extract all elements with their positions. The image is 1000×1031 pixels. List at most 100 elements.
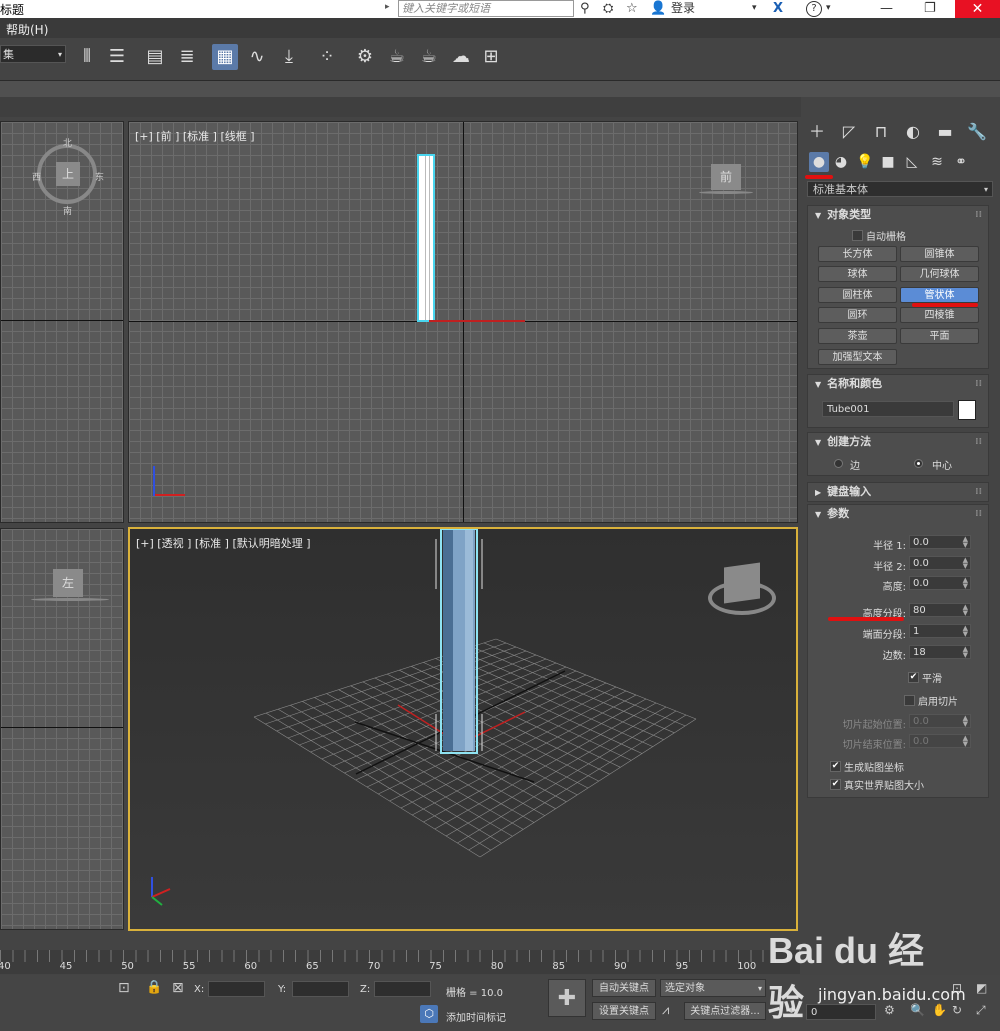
slice-on-checkbox[interactable]	[904, 695, 915, 706]
align-icon[interactable]: ☰	[104, 44, 130, 70]
render-frame-icon[interactable]: ☕	[416, 44, 442, 70]
modify-tab-icon[interactable]: ◸	[837, 120, 861, 144]
maximize-viewport-icon[interactable]: ⤢	[976, 1003, 986, 1018]
motion-tab-icon[interactable]: ◐	[901, 120, 925, 144]
gen-map-coords-checkbox[interactable]: ✔	[830, 761, 841, 772]
add-time-tag-label[interactable]: 添加时间标记	[446, 1009, 506, 1024]
orbit-icon[interactable]: ↻	[952, 1003, 962, 1017]
tube-button[interactable]: 管状体	[900, 287, 979, 303]
layer-manager-icon[interactable]: ≣	[174, 44, 200, 70]
helpers-icon[interactable]: ◺	[902, 152, 922, 172]
menu-help[interactable]: 帮助(H)	[6, 21, 48, 38]
viewcube-left[interactable]: 左	[53, 569, 83, 597]
radius1-spinner[interactable]: 0.0 ▲ ▼	[909, 535, 971, 549]
cap-segments-spinner[interactable]: 1 ▲ ▼	[909, 624, 971, 638]
display-tab-icon[interactable]: ▬	[933, 120, 957, 144]
spinner-arrows-icon[interactable]: ▲ ▼	[963, 557, 968, 570]
spinner-arrows-icon[interactable]: ▲ ▼	[963, 715, 968, 728]
geosphere-button[interactable]: 几何球体	[900, 266, 979, 282]
minimize-icon[interactable]: —	[880, 0, 893, 17]
rollout-header[interactable]: ▼ 参数 ⁞⁞	[808, 505, 988, 523]
viewport-perspective[interactable]: [+] [透视 ] [标准 ] [默认明暗处理 ]	[128, 527, 798, 931]
sides-spinner[interactable]: 18 ▲ ▼	[909, 645, 971, 659]
shapes-icon[interactable]: ◕	[831, 152, 851, 172]
slice-to-spinner[interactable]: 0.0 ▲ ▼	[909, 734, 971, 748]
dope-sheet-icon[interactable]: ⤓	[276, 44, 302, 70]
sphere-button[interactable]: 球体	[818, 266, 897, 282]
viewport-left[interactable]: 左	[0, 528, 124, 930]
help-icon[interactable]: ?	[806, 1, 822, 17]
schematic-view-icon[interactable]: ⁘	[314, 44, 340, 70]
object-color-swatch[interactable]	[958, 400, 976, 420]
binoculars-icon[interactable]: ⚲	[580, 0, 590, 17]
viewcube-front[interactable]: 前	[711, 164, 741, 190]
cameras-icon[interactable]: ■	[878, 152, 898, 172]
autogrid-checkbox[interactable]	[852, 230, 863, 241]
caret-right-icon[interactable]: ▸	[385, 2, 390, 12]
auto-key-button[interactable]: 自动关键点	[592, 979, 656, 997]
height-segments-spinner[interactable]: 80 ▲ ▼	[909, 603, 971, 617]
geometry-icon[interactable]: ●	[809, 152, 829, 172]
spinner-arrows-icon[interactable]: ▲ ▼	[963, 735, 968, 748]
timeline-ruler[interactable]: 40 45 50 55 60 65 70 75 80 85 90 95 100	[0, 950, 800, 974]
autodesk-x-icon[interactable]: X	[773, 0, 783, 17]
hierarchy-tab-icon[interactable]: ⊓	[869, 120, 893, 144]
x-coord-input[interactable]	[208, 981, 265, 997]
y-coord-input[interactable]	[292, 981, 349, 997]
viewcube-top[interactable]: 上	[56, 162, 80, 186]
radius2-spinner[interactable]: 0.0 ▲ ▼	[909, 556, 971, 570]
viewport-front-label[interactable]: [+] [前 ] [标准 ] [线框 ]	[135, 128, 255, 144]
scene-explorer-icon[interactable]: ▤	[142, 44, 168, 70]
systems-icon[interactable]: ⚭	[951, 152, 971, 172]
selected-object-dropdown[interactable]: 选定对象 ▾	[660, 979, 766, 997]
login-button[interactable]: 登录	[671, 0, 695, 17]
cone-button[interactable]: 圆锥体	[900, 246, 979, 262]
viewcube-perspective[interactable]	[724, 562, 760, 604]
cylinder-button[interactable]: 圆柱体	[818, 287, 897, 303]
search-input[interactable]: 键入关键字或短语	[398, 0, 574, 17]
viewport-top[interactable]: 上 北 西 东 南	[0, 121, 124, 523]
spinner-arrows-icon[interactable]: ▲ ▼	[963, 625, 968, 638]
render-setup-icon[interactable]: ☕	[384, 44, 410, 70]
mirror-icon[interactable]: ⫴	[74, 44, 100, 70]
height-spinner[interactable]: 0.0 ▲ ▼	[909, 576, 971, 590]
spinner-arrows-icon[interactable]: ▲ ▼	[963, 577, 968, 590]
box-button[interactable]: 长方体	[818, 246, 897, 262]
ribbon-toggle-icon[interactable]: ▦	[212, 44, 238, 70]
star-icon[interactable]: ☆	[626, 0, 638, 17]
torus-button[interactable]: 圆环	[818, 307, 897, 323]
field-of-view-icon[interactable]: ◩	[976, 981, 987, 995]
render-production-icon[interactable]: ☁	[448, 44, 474, 70]
utilities-tab-icon[interactable]: 🔧	[965, 120, 989, 144]
tube-object-front[interactable]	[417, 154, 435, 322]
curve-editor-icon[interactable]: ∿	[244, 44, 270, 70]
smooth-checkbox[interactable]: ✔	[908, 672, 919, 683]
key-mode-icon[interactable]: ✚	[548, 979, 586, 1017]
plane-button[interactable]: 平面	[900, 328, 979, 344]
close-button[interactable]: ✕	[955, 0, 1000, 18]
time-tag-icon[interactable]: ⬡	[420, 1005, 438, 1023]
rollout-header[interactable]: ▼ 创建方法 ⁞⁞	[808, 433, 988, 451]
teapot-button[interactable]: 茶壶	[818, 328, 897, 344]
edge-radio[interactable]	[834, 459, 843, 468]
material-editor-icon[interactable]: ⚙	[352, 44, 378, 70]
spinner-arrows-icon[interactable]: ▲ ▼	[963, 536, 968, 549]
rollout-header[interactable]: ▼ 对象类型 ⁞⁞	[808, 206, 988, 224]
rollout-header[interactable]: ▶ 键盘输入 ⁞⁞	[808, 483, 988, 501]
absolute-mode-icon[interactable]: ⊠	[172, 980, 184, 996]
user-network-icon[interactable]: ⛭	[603, 0, 613, 17]
restore-icon[interactable]: ❐	[924, 0, 936, 17]
space-warps-icon[interactable]: ≋	[927, 152, 947, 172]
center-radio[interactable]	[914, 459, 923, 468]
lock-icon[interactable]: 🔒	[146, 980, 162, 995]
key-tangent-icon[interactable]: ⩘	[662, 1003, 669, 1018]
isolate-selection-icon[interactable]: ⊡	[118, 980, 130, 996]
slice-from-spinner[interactable]: 0.0 ▲ ▼	[909, 714, 971, 728]
real-world-map-checkbox[interactable]: ✔	[830, 779, 841, 790]
object-name-input[interactable]: Tube001	[822, 401, 954, 417]
viewport-front[interactable]: [+] [前 ] [标准 ] [线框 ] 前	[128, 121, 798, 523]
z-coord-input[interactable]	[374, 981, 431, 997]
rollout-header[interactable]: ▼ 名称和颜色 ⁞⁞	[808, 375, 988, 393]
user-icon[interactable]: 👤	[650, 0, 666, 17]
chevron-down-icon[interactable]: ▾	[752, 0, 757, 17]
